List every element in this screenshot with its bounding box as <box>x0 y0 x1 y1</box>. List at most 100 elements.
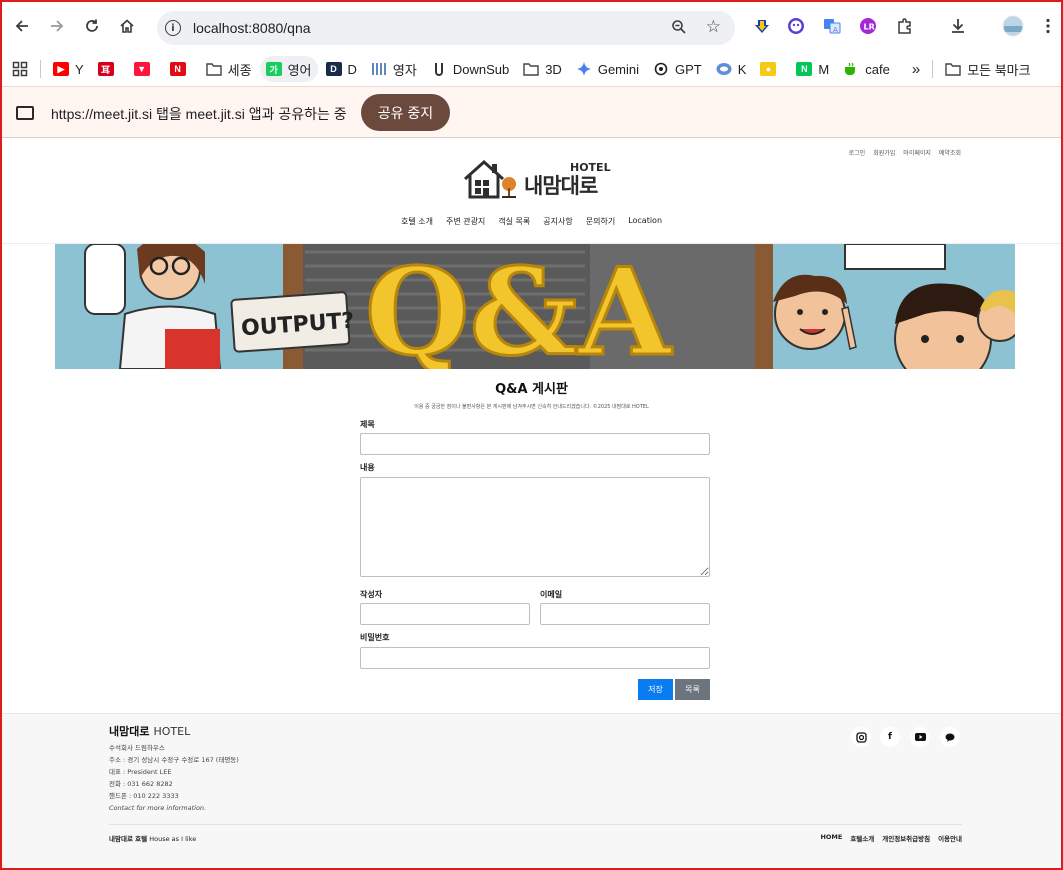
footer-brand: 내맘대로 HOTEL <box>109 723 190 739</box>
bookmark-item[interactable]: 세종 <box>200 56 258 82</box>
all-bookmarks-folder[interactable]: 모든 북마크 <box>939 56 1036 82</box>
email-input[interactable] <box>540 603 710 625</box>
face-extension-icon[interactable] <box>786 16 806 36</box>
forward-button[interactable] <box>43 12 71 40</box>
bookmark-item[interactable]: Gemini <box>570 56 645 82</box>
nav-item[interactable]: 문의하기 <box>586 216 615 227</box>
gemini-icon <box>576 62 592 76</box>
title-label: 제목 <box>360 420 375 429</box>
bookmark-label: D <box>347 61 357 77</box>
zoom-icon[interactable] <box>671 19 687 39</box>
back-button[interactable] <box>8 12 36 40</box>
chrome-menu-icon[interactable] <box>1038 16 1058 36</box>
home-icon <box>120 19 134 33</box>
stop-sharing-button[interactable]: 공유 중지 <box>361 94 450 131</box>
content-textarea[interactable] <box>360 477 710 577</box>
footer-brand-suffix: HOTEL <box>153 725 191 738</box>
reload-button[interactable] <box>78 12 106 40</box>
bookmark-label: 영자 <box>392 62 417 78</box>
bookmark-item[interactable]: 耳 <box>92 56 126 82</box>
banner-headline: Q&A <box>365 244 673 369</box>
footer-link[interactable]: HOME <box>820 833 842 843</box>
sharing-message: https://meet.jit.si 탭을 meet.jit.si 앱과 공유… <box>51 106 347 122</box>
nav-item[interactable]: Location <box>628 216 662 227</box>
nav-item[interactable]: 객실 목록 <box>498 216 530 227</box>
extensions-puzzle-icon[interactable] <box>895 16 915 36</box>
footer-link[interactable]: 호텔소개 <box>850 833 874 843</box>
content-label: 내용 <box>360 463 375 472</box>
bookmark-item[interactable]: NM <box>790 56 835 82</box>
footer-info-line: 전화 : 031 662 8282 <box>109 780 173 788</box>
list-button[interactable]: 목록 <box>675 679 710 700</box>
bookmark-item[interactable]: GPT <box>647 56 708 82</box>
site-logo[interactable]: HOTEL 내맘대로 <box>462 158 612 200</box>
author-input[interactable] <box>360 603 530 625</box>
bookmark-item[interactable]: ▶ Y <box>47 56 90 82</box>
bookmark-item[interactable]: ▼ <box>128 56 162 82</box>
hotel-website: 로그인 회원가입 마이페이지 예약조회 HOTEL 내맘대로 호텔 소개 주변 관광지 객… <box>2 139 1061 868</box>
site-info-icon[interactable]: i <box>165 20 181 36</box>
nav-item[interactable]: 호텔 소개 <box>401 216 433 227</box>
account-link[interactable]: 로그인 <box>849 148 866 157</box>
address-bar[interactable]: i localhost:8080/qna ☆ <box>157 11 735 45</box>
bookmark-item[interactable]: DownSub <box>425 56 515 82</box>
account-link[interactable]: 예약조회 <box>939 148 961 157</box>
profile-avatar-icon[interactable] <box>1002 15 1024 37</box>
url-text[interactable]: localhost:8080/qna <box>193 20 311 36</box>
cafe-icon <box>843 62 859 76</box>
svg-text:LR: LR <box>864 23 875 32</box>
footer-brand-name: 내맘대로 <box>109 725 150 738</box>
language-reactor-icon[interactable]: LR <box>858 16 878 36</box>
download-extension-icon[interactable] <box>752 16 772 36</box>
account-link[interactable]: 마이페이지 <box>903 148 931 157</box>
instagram-icon[interactable] <box>851 727 871 747</box>
bookmark-item[interactable]: cafe <box>837 56 896 82</box>
bookmark-item[interactable]: DD <box>320 56 363 82</box>
footer-info-line: 핸드폰 : 010 222 3333 <box>109 792 179 800</box>
home-button[interactable] <box>113 12 141 40</box>
footer-link[interactable]: 이용안내 <box>938 833 962 843</box>
title-input[interactable] <box>360 433 710 455</box>
bookmark-item[interactable]: 영자 <box>365 56 423 82</box>
naver-icon: N <box>796 62 813 76</box>
footer-copy-brand: 내맘대로 호텔 <box>109 835 148 843</box>
password-label: 비밀번호 <box>360 633 390 642</box>
svg-text:A: A <box>833 26 838 34</box>
password-input[interactable] <box>360 647 710 669</box>
footer-divider <box>109 824 962 825</box>
footer-info-line: 수석회사 드림하우스 <box>109 744 165 752</box>
nav-item[interactable]: 공지사항 <box>543 216 572 227</box>
nav-item[interactable]: 주변 관광지 <box>446 216 485 227</box>
bookmark-item[interactable]: ● <box>754 56 788 82</box>
bookmark-item[interactable]: 3D <box>517 56 568 82</box>
save-button[interactable]: 저장 <box>638 679 673 700</box>
footer-info-line: 주소 : 경기 성남시 수정구 수정로 167 (태평동) <box>109 756 239 764</box>
footer-info-line: 대표 : President LEE <box>109 768 172 776</box>
bookmark-item[interactable]: N <box>164 56 198 82</box>
account-link[interactable]: 회원가입 <box>873 148 895 157</box>
apps-grid-icon[interactable] <box>6 56 34 82</box>
openai-icon <box>653 62 669 76</box>
bookmark-item[interactable]: 가 영어 <box>259 56 318 82</box>
account-links: 로그인 회원가입 마이페이지 예약조회 <box>849 148 961 157</box>
bookmarks-overflow-button[interactable]: » <box>906 56 926 82</box>
bookmark-label: Gemini <box>597 61 640 77</box>
bookmark-label: K <box>737 61 747 77</box>
bookmark-label: M <box>818 61 830 77</box>
folder-icon <box>523 62 539 76</box>
translate-extension-icon[interactable]: A <box>822 16 842 36</box>
bookmark-item[interactable]: K <box>710 56 753 82</box>
facebook-icon[interactable]: f <box>880 727 900 747</box>
bookmark-star-icon[interactable]: ☆ <box>706 17 721 37</box>
folder-icon <box>205 62 222 76</box>
bookmark-red-icon: 耳 <box>97 62 114 76</box>
footer-link[interactable]: 개인정보취급방침 <box>882 833 930 843</box>
chat-icon[interactable] <box>940 727 960 747</box>
footer-contact-note: Contact for more information. <box>109 804 207 812</box>
footer-copyright: 내맘대로 호텔 House as I like <box>109 833 196 843</box>
site-footer: 내맘대로 HOTEL 수석회사 드림하우스 주소 : 경기 성남시 수정구 수정로… <box>2 713 1061 868</box>
downloads-icon[interactable] <box>948 16 968 36</box>
bookmark-label: DownSub <box>452 61 510 77</box>
youtube-icon[interactable] <box>910 727 930 747</box>
footer-company-info: 수석회사 드림하우스 주소 : 경기 성남시 수정구 수정로 167 (태평동)… <box>109 742 239 814</box>
